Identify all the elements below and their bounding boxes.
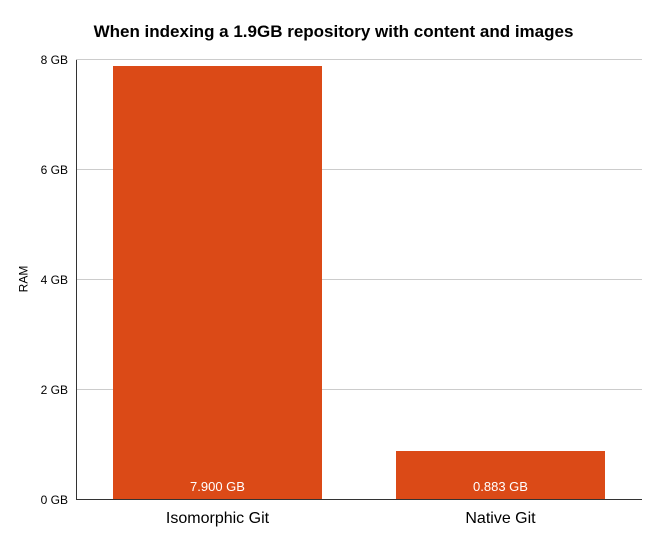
bar-value-label: 7.900 GB bbox=[113, 479, 322, 494]
bar-isomorphic-git: 7.900 GB bbox=[113, 66, 322, 501]
y-tick-label: 2 GB bbox=[41, 383, 76, 397]
y-tick-label: 8 GB bbox=[41, 53, 76, 67]
gridline bbox=[76, 59, 642, 60]
bar-value-label: 0.883 GB bbox=[396, 479, 605, 494]
y-tick-label: 4 GB bbox=[41, 273, 76, 287]
x-tick-label: Native Git bbox=[465, 500, 535, 528]
chart-title: When indexing a 1.9GB repository with co… bbox=[0, 22, 667, 42]
y-axis-line bbox=[76, 60, 77, 500]
y-axis-label: RAM bbox=[16, 265, 30, 292]
y-tick-label: 6 GB bbox=[41, 163, 76, 177]
chart-plot-area: 0 GB 2 GB 4 GB 6 GB 8 GB 7.900 GB 0.883 … bbox=[76, 60, 642, 500]
x-axis-line bbox=[76, 499, 642, 500]
y-tick-label: 0 GB bbox=[41, 493, 76, 507]
x-tick-label: Isomorphic Git bbox=[166, 500, 269, 528]
bar-native-git: 0.883 GB bbox=[396, 451, 605, 500]
